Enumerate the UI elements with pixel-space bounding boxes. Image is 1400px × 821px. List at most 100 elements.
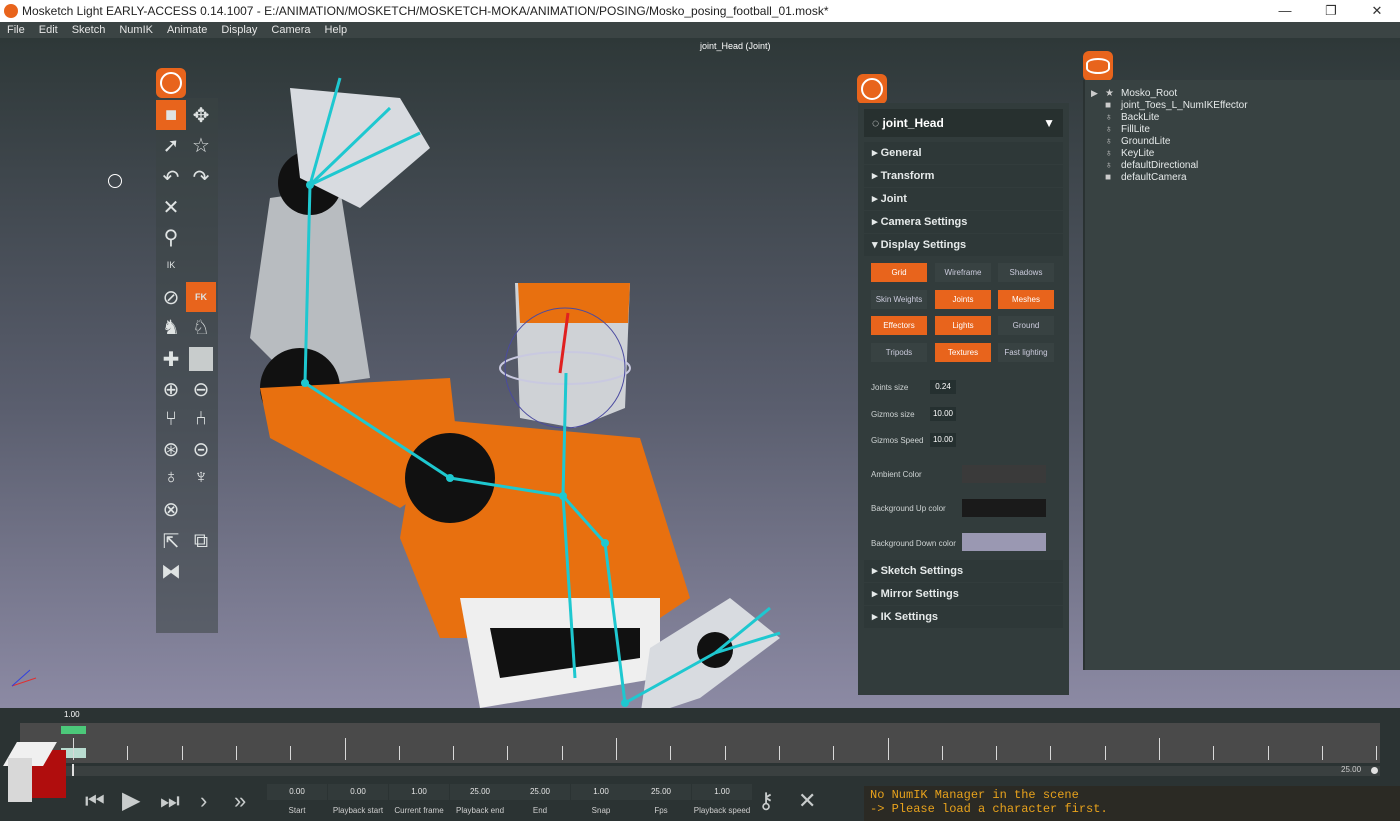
fps-field[interactable]: 25.00 bbox=[631, 784, 691, 800]
joints-size-field[interactable]: 0.24 bbox=[930, 380, 956, 394]
add-joint-icon[interactable]: ⊕ bbox=[156, 374, 186, 404]
menu-sketch[interactable]: Sketch bbox=[65, 22, 113, 38]
copy-icon[interactable]: ⧉ bbox=[186, 526, 216, 556]
playback-speed-field[interactable]: 1.00 bbox=[692, 784, 752, 800]
delete-icon[interactable]: ✕ bbox=[156, 192, 186, 222]
section-transform[interactable]: ▸ Transform bbox=[864, 165, 1063, 187]
globe-icon[interactable]: ⊗ bbox=[156, 494, 186, 524]
menu-display[interactable]: Display bbox=[214, 22, 264, 38]
select-icon[interactable]: ➚ bbox=[156, 130, 186, 160]
next-frame-icon[interactable]: › bbox=[200, 788, 207, 814]
outliner-item[interactable]: FillLite bbox=[1121, 124, 1150, 135]
toggle-shadows[interactable]: Shadows bbox=[998, 263, 1054, 282]
go-start-icon[interactable]: ⏮ bbox=[85, 788, 105, 814]
end-handle[interactable] bbox=[1371, 767, 1378, 774]
current-frame-field[interactable]: 1.00 bbox=[389, 784, 449, 800]
mirror-icon[interactable]: ⧓ bbox=[156, 556, 186, 586]
lock-icon[interactable]: ♁ bbox=[156, 462, 186, 492]
toggle-ground[interactable]: Ground bbox=[998, 316, 1054, 335]
timeline-scrollbar[interactable] bbox=[20, 766, 1380, 776]
start-field[interactable]: 0.00 bbox=[267, 784, 327, 800]
toggle-skin-weights[interactable]: Skin Weights bbox=[871, 290, 927, 309]
timeline-track[interactable] bbox=[20, 723, 1380, 763]
branch-icon[interactable]: ⑂ bbox=[156, 404, 186, 434]
outliner-item[interactable]: KeyLite bbox=[1121, 148, 1154, 159]
toggle-wireframe[interactable]: Wireframe bbox=[935, 263, 991, 282]
minus-icon[interactable]: ⊝ bbox=[186, 434, 216, 464]
fk-icon[interactable]: FK bbox=[186, 282, 216, 312]
toggle-tripods[interactable]: Tripods bbox=[871, 343, 927, 362]
ik-icon[interactable]: IK bbox=[156, 250, 186, 280]
toggle-lights[interactable]: Lights bbox=[935, 316, 991, 335]
toggle-textures[interactable]: Textures bbox=[935, 343, 991, 362]
redo-icon[interactable]: ↷ bbox=[186, 162, 216, 192]
section-mirror-settings[interactable]: ▸ Mirror Settings bbox=[864, 583, 1063, 605]
background-up-swatch[interactable] bbox=[962, 499, 1046, 517]
menu-help[interactable]: Help bbox=[318, 22, 355, 38]
zoom-icon[interactable]: ⚲ bbox=[156, 222, 186, 252]
move-icon[interactable]: ✥ bbox=[186, 100, 216, 130]
section-general[interactable]: ▸ General bbox=[864, 142, 1063, 164]
section-ik-settings[interactable]: ▸ IK Settings bbox=[864, 606, 1063, 628]
toggle-joints[interactable]: Joints bbox=[935, 290, 991, 309]
outliner-item[interactable]: GroundLite bbox=[1121, 136, 1170, 147]
section-camera-settings[interactable]: ▸ Camera Settings bbox=[864, 211, 1063, 233]
snap-field[interactable]: 1.00 bbox=[571, 784, 631, 800]
outliner-item[interactable]: Mosko_Root bbox=[1121, 88, 1177, 99]
playback-end-field[interactable]: 25.00 bbox=[450, 784, 510, 800]
menu-edit[interactable]: Edit bbox=[32, 22, 65, 38]
timeline-tick bbox=[778, 746, 780, 760]
branch2-icon[interactable]: ⑃ bbox=[186, 404, 216, 434]
toggle-effectors[interactable]: Effectors bbox=[871, 316, 927, 335]
view-cube[interactable] bbox=[3, 738, 70, 814]
menu-animate[interactable]: Animate bbox=[160, 22, 214, 38]
add-icon[interactable]: ✚ bbox=[156, 344, 186, 374]
pose-icon[interactable]: ♞ bbox=[156, 312, 186, 342]
delete-key-icon[interactable]: ✕ bbox=[798, 788, 816, 814]
pose2-icon[interactable]: ♘ bbox=[186, 312, 216, 342]
remove-joint-icon[interactable]: ⊖ bbox=[186, 374, 216, 404]
play-icon[interactable]: ▶ bbox=[122, 786, 140, 815]
section-joint[interactable]: ▸ Joint bbox=[864, 188, 1063, 210]
export-icon[interactable]: ⇱ bbox=[156, 526, 186, 556]
playback-start-field[interactable]: 0.00 bbox=[328, 784, 388, 800]
sphere-icon[interactable]: ⊘ bbox=[156, 282, 186, 312]
toolbar-logo-button[interactable] bbox=[156, 68, 186, 98]
outliner-item[interactable]: defaultCamera bbox=[1121, 172, 1187, 183]
key-icon[interactable]: ⚷ bbox=[758, 788, 774, 814]
outliner-item[interactable]: BackLite bbox=[1121, 112, 1159, 123]
undo-icon[interactable]: ↶ bbox=[156, 162, 186, 192]
close-button[interactable]: ✕ bbox=[1354, 0, 1400, 22]
toggle-fast-lighting[interactable]: Fast lighting bbox=[998, 343, 1054, 362]
section-display-settings[interactable]: ▾ Display Settings bbox=[864, 234, 1063, 256]
outliner-item[interactable]: joint_Toes_L_NumIKEffector bbox=[1121, 100, 1248, 111]
go-end-icon[interactable]: ⏭ bbox=[160, 788, 180, 814]
toggle-grid[interactable]: Grid bbox=[871, 263, 927, 282]
character-model[interactable] bbox=[0, 38, 900, 708]
fast-forward-icon[interactable]: » bbox=[234, 788, 246, 814]
scrollbar-handle[interactable] bbox=[72, 764, 74, 776]
gizmos-speed-field[interactable]: 10.00 bbox=[930, 433, 956, 447]
selected-node-dropdown[interactable]: ◌ joint_Head ▼ bbox=[864, 109, 1063, 137]
ambient-color-swatch[interactable] bbox=[962, 465, 1046, 483]
camera-icon[interactable]: ■ bbox=[156, 100, 186, 130]
restore-button[interactable]: ❐ bbox=[1308, 0, 1354, 22]
toggle-meshes[interactable]: Meshes bbox=[998, 290, 1054, 309]
current-key-marker[interactable] bbox=[61, 726, 86, 734]
gizmos-size-field[interactable]: 10.00 bbox=[930, 407, 956, 421]
expand-arrow-icon[interactable]: ▶ bbox=[1091, 88, 1098, 99]
menu-camera[interactable]: Camera bbox=[264, 22, 317, 38]
section-sketch-settings[interactable]: ▸ Sketch Settings bbox=[864, 560, 1063, 582]
outliner-eye-button[interactable] bbox=[1083, 51, 1113, 81]
lock2-icon[interactable]: ♆ bbox=[186, 462, 216, 492]
background-down-swatch[interactable] bbox=[962, 533, 1046, 551]
minimize-button[interactable]: — bbox=[1262, 0, 1308, 22]
star-icon[interactable]: ☆ bbox=[186, 130, 216, 160]
square-icon[interactable] bbox=[186, 344, 216, 374]
properties-logo-button[interactable] bbox=[857, 74, 887, 104]
menu-numik[interactable]: NumIK bbox=[112, 22, 160, 38]
end-field[interactable]: 25.00 bbox=[510, 784, 570, 800]
outliner-item[interactable]: defaultDirectional bbox=[1121, 160, 1198, 171]
capture-icon[interactable]: ⊛ bbox=[156, 434, 186, 464]
menu-file[interactable]: File bbox=[0, 22, 32, 38]
